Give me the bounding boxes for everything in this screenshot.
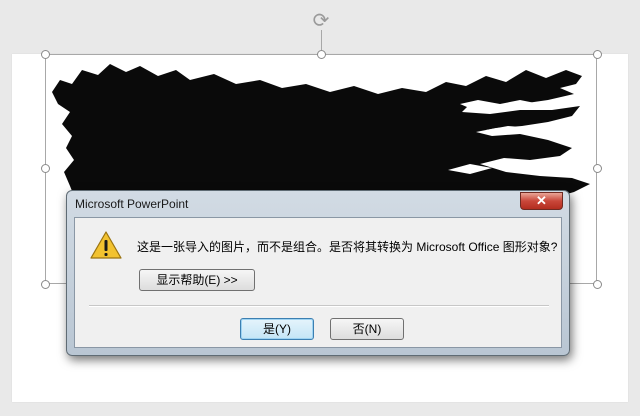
dialog-titlebar[interactable]: Microsoft PowerPoint ✕ bbox=[67, 191, 569, 217]
close-icon: ✕ bbox=[536, 193, 547, 208]
rotation-stem bbox=[321, 30, 322, 50]
dialog-body: 这是一张导入的图片，而不是组合。是否将其转换为 Microsoft Office… bbox=[74, 217, 562, 348]
resize-handle-top-left[interactable] bbox=[41, 50, 50, 59]
warning-icon bbox=[90, 231, 122, 259]
show-help-button[interactable]: 显示帮助(E) >> bbox=[139, 269, 255, 291]
yes-button[interactable]: 是(Y) bbox=[240, 318, 314, 340]
rotate-icon[interactable]: ⟳ bbox=[309, 9, 333, 33]
dialog-title: Microsoft PowerPoint bbox=[75, 197, 189, 211]
resize-handle-left[interactable] bbox=[41, 164, 50, 173]
resize-handle-right[interactable] bbox=[593, 164, 602, 173]
convert-picture-dialog: Microsoft PowerPoint ✕ 这是一张导入的图片，而不是组合。是… bbox=[66, 190, 570, 356]
close-button[interactable]: ✕ bbox=[520, 192, 563, 210]
resize-handle-bottom-right[interactable] bbox=[593, 280, 602, 289]
dialog-message: 这是一张导入的图片，而不是组合。是否将其转换为 Microsoft Office… bbox=[137, 240, 558, 254]
divider bbox=[89, 305, 549, 307]
resize-handle-top[interactable] bbox=[317, 50, 326, 59]
resize-handle-top-right[interactable] bbox=[593, 50, 602, 59]
resize-handle-bottom-left[interactable] bbox=[41, 280, 50, 289]
no-button[interactable]: 否(N) bbox=[330, 318, 404, 340]
